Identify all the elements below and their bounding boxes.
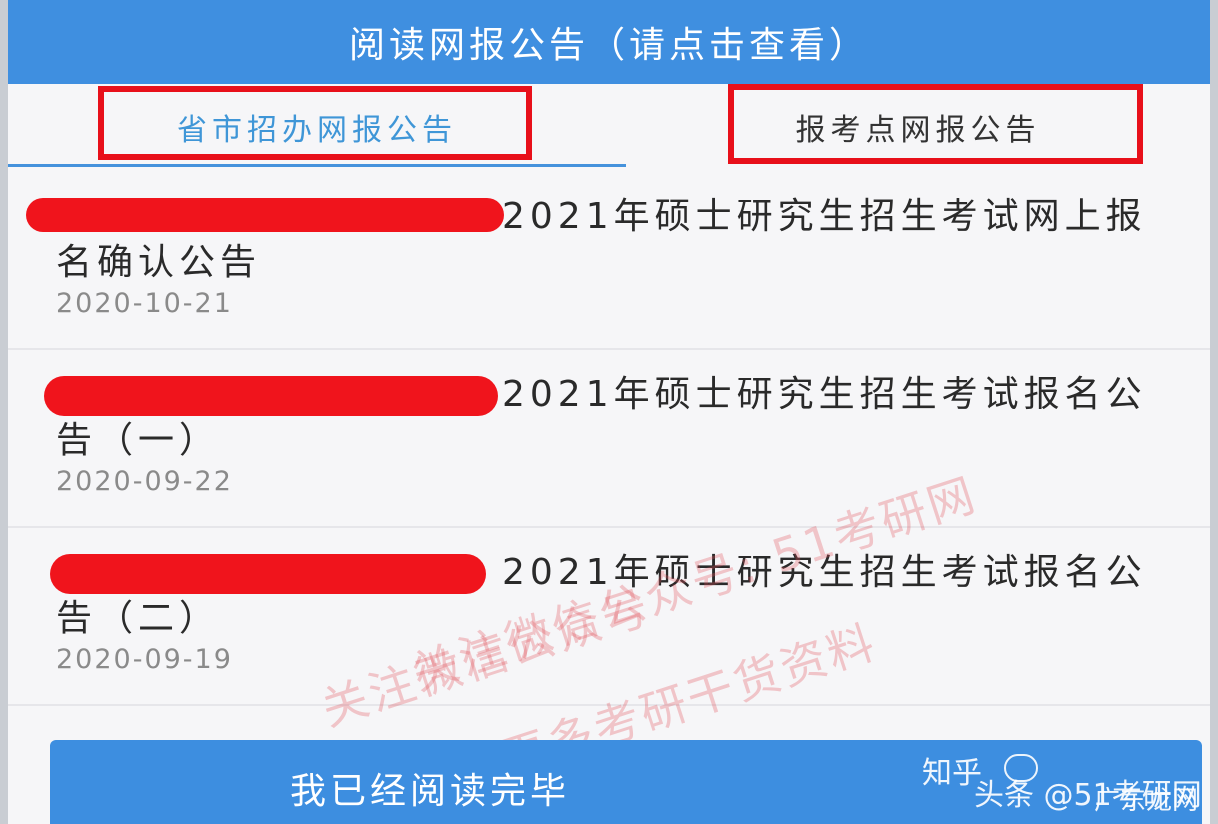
announcement-date: 2020-09-19 xyxy=(56,644,233,675)
annotation-box xyxy=(728,84,1143,164)
watermark-site: 广东龙网 xyxy=(1094,786,1199,816)
confirm-button-label: 我已经阅读完毕 xyxy=(289,771,570,812)
list-item[interactable]: 2021年硕士研究生招生考试网上报名确认公告 2020-10-21 xyxy=(8,172,1210,350)
redaction-mark xyxy=(26,198,504,232)
page-title: 阅读网报公告（请点击查看） xyxy=(348,25,869,66)
announcement-panel: 阅读网报公告（请点击查看） 省市招办网报公告 报考点网报公告 2021年硕士研究… xyxy=(8,0,1210,824)
redaction-mark xyxy=(50,554,486,594)
list-item[interactable]: 2021年硕士研究生招生考试报名公告（一） 2020-09-22 xyxy=(8,350,1210,528)
corner-watermark: 知乎 头条 @51考研网 广东龙网 xyxy=(914,748,1210,818)
tab-bar: 省市招办网报公告 报考点网报公告 xyxy=(8,84,1210,170)
redaction-mark xyxy=(44,376,498,416)
announcement-date: 2020-09-22 xyxy=(56,466,233,497)
page-header: 阅读网报公告（请点击查看） xyxy=(8,0,1210,84)
annotation-box xyxy=(98,86,532,160)
active-tab-indicator xyxy=(8,164,626,167)
watermark-source: 知乎 xyxy=(922,756,982,791)
announcement-date: 2020-10-21 xyxy=(56,288,233,319)
